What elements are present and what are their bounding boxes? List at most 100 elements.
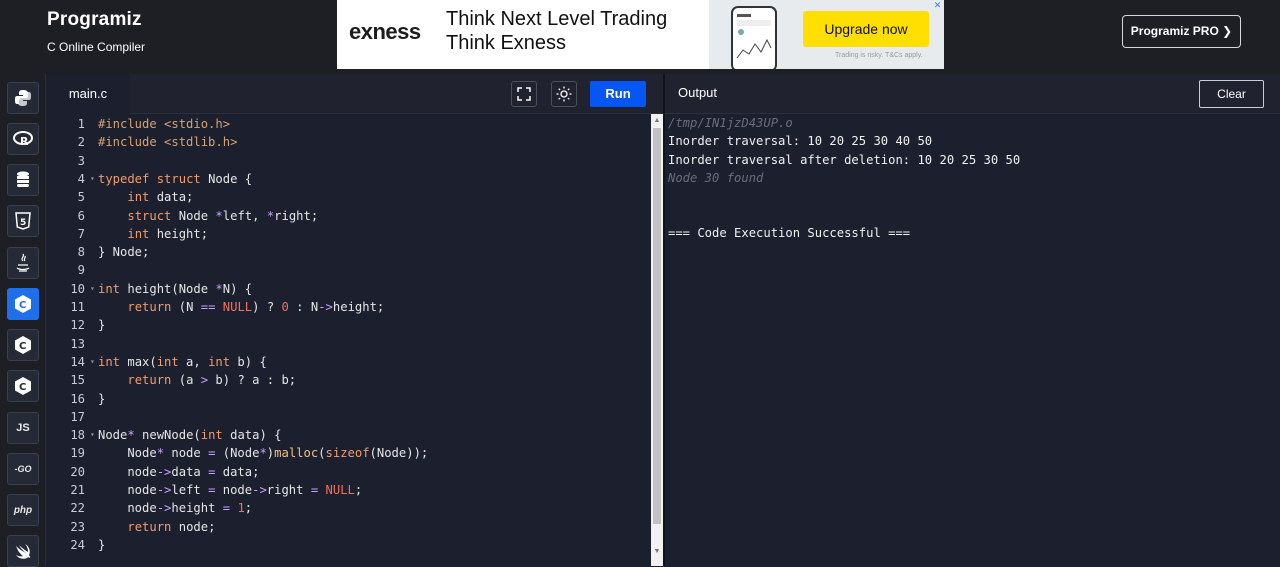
code-text: return (N == NULL) ? 0 : N->height; [127, 300, 385, 314]
code-text: int height(Node *N) { [98, 281, 253, 296]
code-line[interactable]: 12} [46, 316, 651, 334]
output-line: === Code Execution Successful === [668, 225, 911, 240]
code-line[interactable]: 17 [46, 408, 651, 426]
code-line[interactable]: 23 return node; [46, 518, 651, 536]
ad-upgrade-button[interactable]: Upgrade now [803, 11, 929, 47]
line-number: 14 [70, 354, 85, 369]
run-button[interactable]: Run [590, 81, 646, 107]
html5-icon[interactable]: 5 [7, 205, 39, 237]
line-number: 9 [77, 263, 85, 278]
output-line: Inorder traversal: 10 20 25 30 40 50 [668, 134, 933, 149]
code-line[interactable]: 5 int data; [46, 188, 651, 206]
php-icon[interactable]: php [7, 494, 39, 526]
line-number: 17 [70, 409, 85, 424]
ad-headline-1: Think Next Level Trading [446, 8, 668, 30]
line-number: 4 [77, 171, 85, 186]
code-line[interactable]: 3 [46, 152, 651, 170]
fold-toggle-icon[interactable]: ▾ [90, 280, 95, 298]
code-editor[interactable]: 1 #include <stdio.h> 2 #include <stdlib.h> 3… [46, 114, 651, 566]
programiz-logo[interactable]: Programiz [47, 9, 142, 31]
line-number: 8 [77, 245, 85, 260]
scrollbar-thumb[interactable] [653, 128, 661, 524]
code-text: node->left = node->right = NULL; [98, 483, 363, 497]
code-text: #include <stdio.h> [98, 117, 231, 131]
output-line: Inorder traversal after deletion: 10 20 … [668, 152, 1021, 167]
code-line[interactable]: 9 [46, 261, 651, 279]
code-line[interactable]: 6 struct Node *left, *right; [46, 207, 651, 225]
go-icon[interactable]: -GO [7, 453, 39, 485]
fold-toggle-icon[interactable]: ▾ [90, 426, 95, 444]
scroll-down-icon[interactable]: ▼ [653, 548, 661, 556]
sql-icon[interactable] [7, 164, 39, 196]
code-line[interactable]: 15 return (a > b) ? a : b; [46, 371, 651, 389]
js-icon[interactable]: JS [7, 412, 39, 444]
code-text: } [98, 537, 106, 552]
code-line[interactable]: 16} [46, 390, 651, 408]
code-line[interactable]: 13 [46, 335, 651, 353]
ad-headline-2: Think Exness [446, 32, 567, 54]
svg-text:C: C [19, 300, 26, 311]
theme-toggle-sun-icon[interactable] [551, 81, 577, 107]
line-number: 5 [77, 190, 85, 205]
output-line: Node 30 found [668, 170, 764, 185]
file-tab-main-c[interactable]: main.c [46, 74, 130, 114]
output-console: /tmp/IN1jzD43UP.o Inorder traversal: 10 2… [665, 114, 1280, 566]
fold-toggle-icon[interactable]: ▾ [90, 170, 95, 188]
code-line[interactable]: 11 return (N == NULL) ? 0 : N->height; [46, 298, 651, 316]
ad-close-icon[interactable]: ✕ [931, 0, 944, 10]
r-icon[interactable]: R [7, 123, 39, 155]
swift-icon[interactable] [7, 535, 39, 567]
code-line[interactable]: 2 #include <stdlib.h> [46, 133, 651, 151]
output-line: /tmp/IN1jzD43UP.o [668, 116, 793, 130]
code-text: } [98, 391, 106, 406]
editor-scrollbar[interactable]: ▲ ▼ [651, 114, 663, 566]
scroll-up-icon[interactable]: ▲ [653, 117, 661, 125]
line-number: 22 [70, 501, 85, 516]
svg-text:C: C [19, 382, 26, 393]
top-bar: Programiz C Online Compiler exness Think… [0, 0, 1280, 74]
line-number: 18 [70, 428, 85, 443]
c-icon[interactable]: C [7, 288, 39, 320]
code-text: struct Node *left, *right; [127, 208, 319, 223]
line-number: 2 [77, 135, 85, 150]
code-line[interactable]: 19 Node* node = (Node*)malloc(sizeof(Nod… [46, 444, 651, 462]
editor-toolbar: main.c Run [46, 74, 663, 114]
language-sidebar: R 5 C C C JS -GO php [0, 74, 46, 567]
ad-phone-image [731, 6, 777, 69]
line-number: 15 [70, 373, 85, 388]
code-line[interactable]: 18 ▾ Node* newNode(int data) { [46, 426, 651, 444]
line-number: 10 [70, 281, 85, 296]
svg-text:R: R [20, 135, 29, 147]
code-line[interactable]: 24} [46, 536, 651, 554]
ad-brand: exness [349, 19, 421, 44]
code-line[interactable]: 1 #include <stdio.h> [46, 115, 651, 133]
code-line[interactable]: 7 int height; [46, 225, 651, 243]
code-line[interactable]: 21 node->left = node->right = NULL; [46, 481, 651, 499]
csharp-icon[interactable]: C [7, 370, 39, 402]
code-line[interactable]: 22 node->height = 1; [46, 499, 651, 517]
fold-toggle-icon[interactable]: ▾ [90, 353, 95, 371]
cpp-icon[interactable]: C [7, 329, 39, 361]
svg-text:5: 5 [20, 218, 26, 228]
fullscreen-icon[interactable] [511, 81, 537, 107]
code-text: return node; [127, 519, 216, 534]
line-number: 19 [70, 446, 85, 461]
code-text: Node* newNode(int data) { [98, 428, 282, 443]
code-text: int height; [127, 226, 209, 241]
page-subtitle: C Online Compiler [47, 40, 146, 54]
programiz-pro-button[interactable]: Programiz PRO ❯ [1122, 15, 1241, 48]
code-text: } [98, 318, 106, 333]
line-number: 21 [70, 483, 85, 497]
code-line[interactable]: 10 ▾ int height(Node *N) { [46, 280, 651, 298]
advertisement-banner[interactable]: exness Think Next Level Trading Think Ex… [337, 0, 944, 69]
java-icon[interactable] [7, 247, 39, 279]
clear-button[interactable]: Clear [1199, 80, 1264, 108]
python-icon[interactable] [7, 82, 39, 114]
code-text: int data; [127, 190, 194, 205]
code-line[interactable]: 4 ▾ typedef struct Node { [46, 170, 651, 188]
code-line[interactable]: 20 node->data = data; [46, 463, 651, 481]
code-line[interactable]: 8} Node; [46, 243, 651, 261]
svg-text:C: C [19, 341, 26, 352]
code-line[interactable]: 14 ▾ int max(int a, int b) { [46, 353, 651, 371]
code-text: return (a > b) ? a : b; [127, 373, 297, 388]
